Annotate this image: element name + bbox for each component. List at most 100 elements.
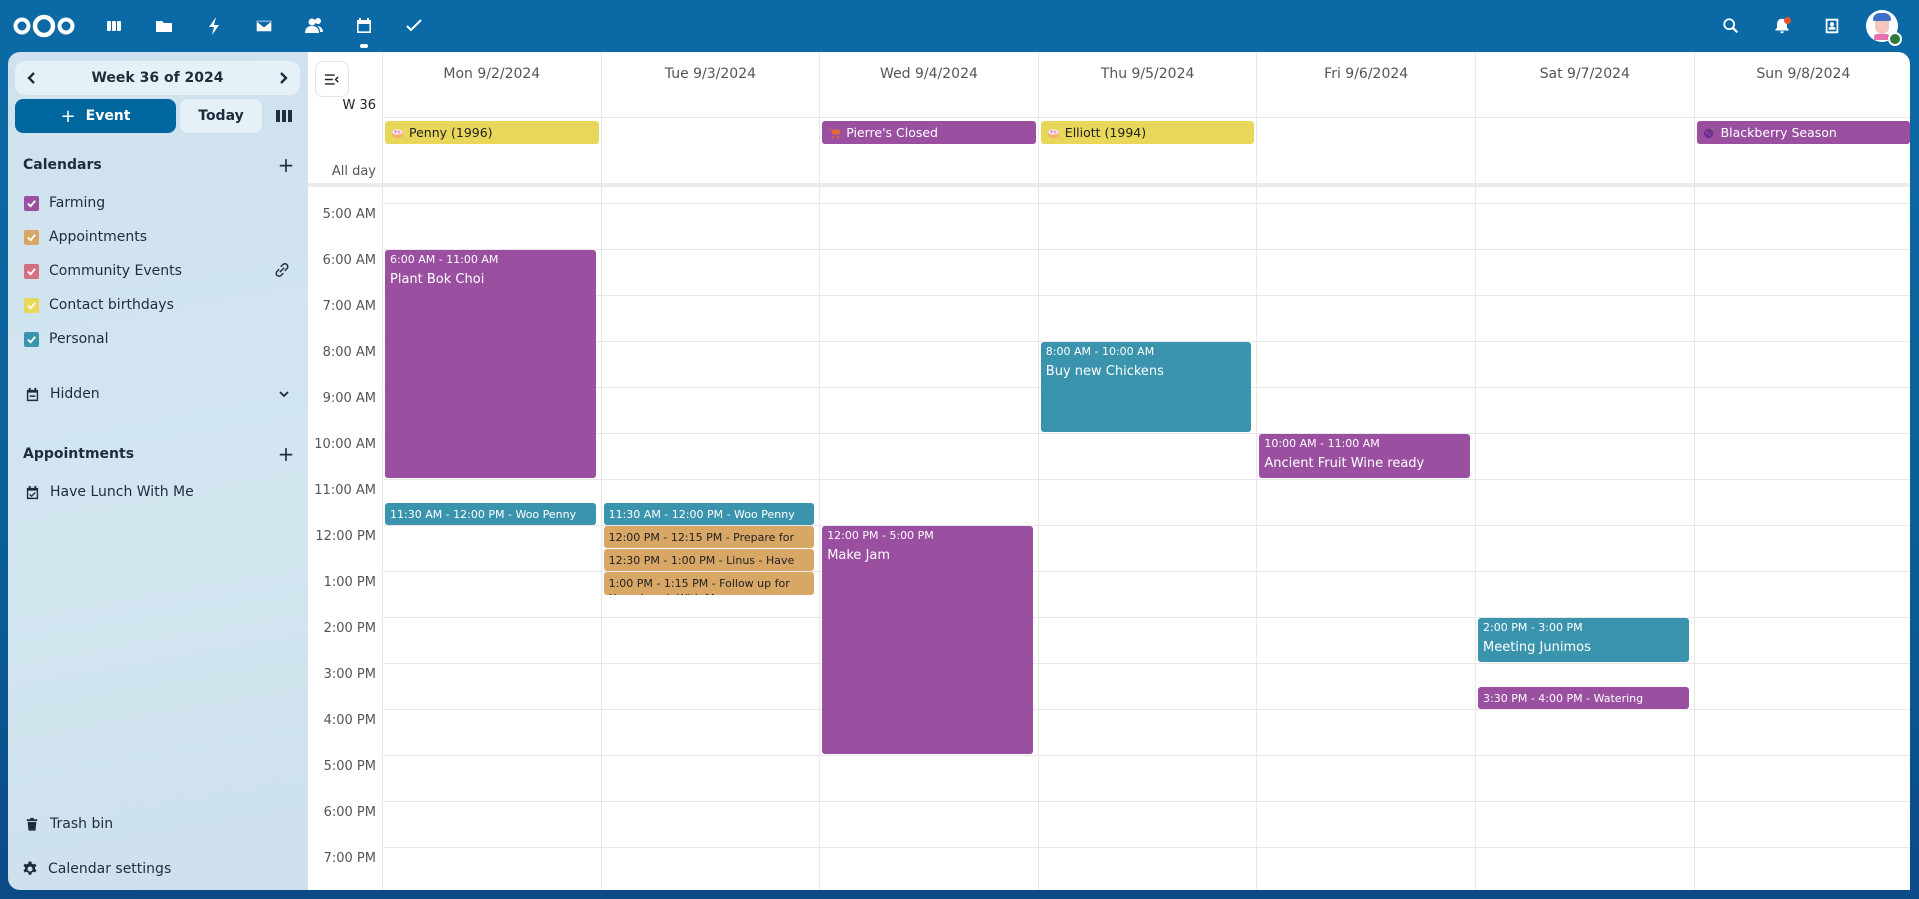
day-header[interactable]: Sun 9/8/2024 — [1693, 52, 1910, 117]
view-switcher-button[interactable] — [270, 99, 298, 133]
time-label: 11:00 AM — [314, 483, 376, 498]
calendar-event[interactable]: 10:00 AM - 11:00 AM Ancient Fruit Wine re… — [1259, 434, 1470, 478]
menu-collapse-icon — [324, 73, 339, 85]
event-time: 11:30 AM - 12:00 PM - Woo Penny — [608, 508, 795, 521]
check-icon — [27, 233, 36, 242]
all-day-event[interactable]: Elliott (1994) — [1040, 121, 1255, 144]
toggle-sidebar-button[interactable] — [315, 61, 349, 97]
check-icon — [27, 267, 36, 276]
event-time: 2:00 PM - 3:00 PM — [1483, 621, 1583, 634]
event-title: Ancient Fruit Wine ready — [1264, 456, 1425, 471]
blackberry-icon — [1703, 126, 1714, 139]
appointment-config-have-lunch[interactable]: Have Lunch With Me — [24, 478, 299, 506]
hour-line — [382, 249, 1910, 250]
calendar-item-community-events[interactable]: Community Events — [24, 257, 299, 285]
calendar-week-view: W 36 All day Mon 9/2/2024 Tue 9/3/2024 Wed… — [308, 52, 1910, 890]
calendar-settings-button[interactable]: Calendar settings — [22, 855, 297, 883]
calendar-event[interactable]: 8:00 AM - 10:00 AM Buy new Chickens — [1040, 342, 1252, 432]
calendar-checkbox[interactable] — [24, 331, 39, 347]
settings-label: Calendar settings — [48, 861, 172, 877]
column-divider — [1475, 117, 1476, 890]
checkmark-icon[interactable] — [402, 14, 426, 38]
calendar-event[interactable]: 11:30 AM - 12:00 PM - Woo Penny — [385, 503, 596, 525]
day-header[interactable]: Fri 9/6/2024 — [1256, 52, 1475, 117]
cake-icon — [391, 129, 404, 139]
check-icon — [27, 199, 36, 208]
check-icon — [27, 335, 36, 344]
calendar-item-appointments[interactable]: Appointments — [24, 223, 299, 251]
calendar-event[interactable]: 12:00 PM - 12:15 PM - Prepare for Have L… — [603, 526, 815, 548]
add-calendar-button[interactable]: + — [274, 153, 298, 177]
day-header[interactable]: Sat 9/7/2024 — [1475, 52, 1694, 117]
column-divider — [382, 117, 383, 890]
calendar-event[interactable]: 11:30 AM - 12:00 PM - Woo Penny — [603, 503, 815, 525]
calendar-icon[interactable] — [352, 14, 376, 48]
time-label: 3:00 PM — [323, 667, 376, 682]
calendar-event[interactable]: 12:30 PM - 1:00 PM - Linus - Have Lunch … — [603, 549, 815, 571]
lightning-icon[interactable] — [202, 14, 226, 38]
time-label: 7:00 AM — [322, 299, 376, 314]
new-event-button[interactable]: + Event — [15, 99, 176, 133]
calendar-item-personal[interactable]: Personal — [24, 325, 299, 353]
event-time: 10:00 AM - 11:00 AM — [1264, 437, 1380, 450]
calendar-event[interactable]: 6:00 AM - 11:00 AM Plant Bok Choi — [385, 250, 596, 478]
add-appointment-button[interactable]: + — [274, 442, 298, 466]
today-button[interactable]: Today — [180, 99, 262, 133]
all-day-event[interactable]: Blackberry Season — [1696, 121, 1910, 144]
calendar-event[interactable]: 12:00 PM - 5:00 PM Make Jam — [822, 526, 1033, 754]
hour-line — [382, 479, 1910, 480]
day-header[interactable]: Thu 9/5/2024 — [1037, 52, 1257, 117]
trash-bin-button[interactable]: Trash bin — [24, 810, 299, 838]
day-header[interactable]: Mon 9/2/2024 — [382, 52, 601, 117]
calendar-checkbox[interactable] — [24, 229, 39, 245]
calendar-checkbox[interactable] — [24, 263, 39, 279]
time-label: 8:00 AM — [322, 345, 376, 360]
time-label: 12:00 PM — [315, 529, 376, 544]
calendar-name: Community Events — [49, 263, 182, 279]
calendar-item-farming[interactable]: Farming — [24, 189, 299, 217]
event-title: Penny (1996) — [409, 125, 493, 140]
user-avatar[interactable] — [1866, 10, 1902, 46]
hour-line — [382, 847, 1910, 848]
contacts-menu-icon[interactable] — [1820, 14, 1844, 38]
calendar-checkbox[interactable] — [24, 297, 39, 313]
all-day-event[interactable]: Penny (1996) — [385, 121, 599, 144]
calendar-event[interactable]: 3:30 PM - 4:00 PM - Watering — [1478, 687, 1689, 709]
all-day-event[interactable]: Pierre's Closed — [822, 121, 1036, 144]
day-header[interactable]: Wed 9/4/2024 — [819, 52, 1038, 117]
grid-line — [382, 117, 1910, 118]
notifications-icon[interactable] — [1770, 14, 1794, 38]
event-title: Pierre's Closed — [846, 125, 938, 140]
contacts-icon[interactable] — [302, 14, 326, 38]
hidden-calendars-toggle[interactable]: Hidden — [24, 380, 299, 408]
hour-line — [382, 203, 1910, 204]
week-label[interactable]: Week 36 of 2024 — [91, 70, 223, 86]
hour-line — [382, 755, 1910, 756]
time-label: 2:00 PM — [323, 621, 376, 636]
event-time: 1:00 PM - 1:15 PM - Follow up for Have L… — [608, 577, 790, 595]
dashboard-icon[interactable] — [102, 14, 126, 38]
mail-icon[interactable] — [252, 14, 276, 38]
hour-line — [382, 295, 1910, 296]
time-label: 1:00 PM — [323, 575, 376, 590]
time-label: 5:00 PM — [323, 759, 376, 774]
chevron-left-icon — [27, 72, 35, 84]
calendar-checkbox[interactable] — [24, 195, 39, 211]
calendar-item-contact-birthdays[interactable]: Contact birthdays — [24, 291, 299, 319]
calendar-event[interactable]: 1:00 PM - 1:15 PM - Follow up for Have L… — [603, 572, 815, 596]
previous-week-button[interactable] — [15, 61, 49, 95]
next-week-button[interactable] — [266, 61, 300, 95]
top-bar — [0, 0, 1919, 52]
online-status-icon — [1888, 32, 1902, 46]
nextcloud-logo[interactable] — [12, 14, 76, 38]
event-title: Blackberry Season — [1720, 125, 1837, 140]
week-navigator: Week 36 of 2024 — [15, 61, 300, 95]
all-day-label: All day — [331, 164, 376, 179]
event-time: 8:00 AM - 10:00 AM — [1045, 345, 1155, 358]
day-header[interactable]: Tue 9/3/2024 — [600, 52, 820, 117]
share-link-icon[interactable] — [273, 261, 293, 281]
hour-line — [382, 433, 1910, 434]
folder-icon[interactable] — [152, 14, 176, 38]
calendar-event[interactable]: 2:00 PM - 3:00 PM Meeting Junimos — [1478, 618, 1689, 662]
search-icon[interactable] — [1719, 14, 1743, 38]
